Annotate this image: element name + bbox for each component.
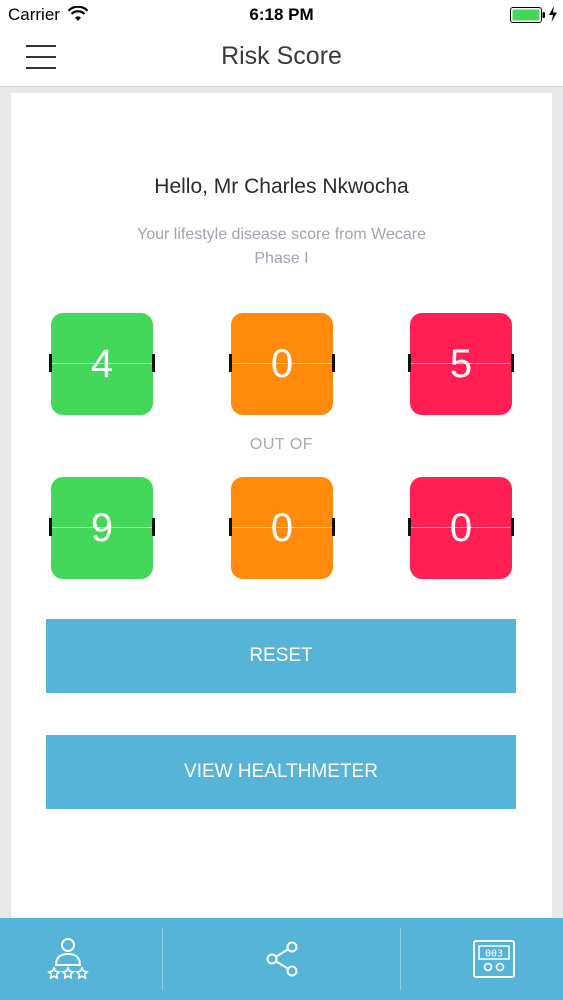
share-icon <box>266 941 298 977</box>
score-subtitle: Your lifestyle disease score from Wecare… <box>106 223 457 271</box>
bottom-tab-bar: 003 <box>0 918 563 1000</box>
score-digit-3: 5 <box>449 342 473 386</box>
max-digit-tile-1: 9 <box>49 477 155 579</box>
subtitle-line-1: Your lifestyle disease score from Wecare <box>136 226 426 243</box>
reset-button[interactable]: RESET <box>46 619 516 693</box>
score-digit-1: 4 <box>90 342 114 386</box>
score-digit-tile-1: 4 <box>49 313 155 415</box>
score-digit-tile-3: 5 <box>408 313 514 415</box>
risk-score-card: Hello, Mr Charles Nkwocha Your lifestyle… <box>11 93 552 918</box>
tab-score-meter[interactable]: 003 <box>401 918 563 1000</box>
navigation-bar: Risk Score <box>0 30 563 87</box>
status-time: 6:18 PM <box>249 5 314 24</box>
svg-text:003: 003 <box>485 949 503 960</box>
status-bar: Carrier 6:18 PM <box>0 0 563 30</box>
out-of-label: OUT OF <box>249 436 314 453</box>
max-digit-1: 9 <box>90 506 114 550</box>
battery-icon <box>510 7 545 23</box>
score-meter-icon: 003 <box>473 940 515 978</box>
max-digit-tile-3: 0 <box>408 477 514 579</box>
page-title: Risk Score <box>221 42 342 70</box>
score-digit-2: 0 <box>270 342 294 386</box>
max-digit-2: 0 <box>270 506 294 550</box>
score-digit-tile-2: 0 <box>229 313 335 415</box>
max-digit-tile-2: 0 <box>229 477 335 579</box>
greeting-text: Hello, Mr Charles Nkwocha <box>154 175 409 198</box>
user-rating-icon <box>47 938 89 980</box>
charging-icon <box>549 6 557 22</box>
tab-share[interactable] <box>163 918 400 1000</box>
tab-user-rating[interactable] <box>0 918 162 1000</box>
max-digit-3: 0 <box>449 506 473 550</box>
view-healthmeter-button[interactable]: VIEW HEALTHMETER <box>46 735 516 809</box>
subtitle-line-2: Phase I <box>254 250 309 267</box>
